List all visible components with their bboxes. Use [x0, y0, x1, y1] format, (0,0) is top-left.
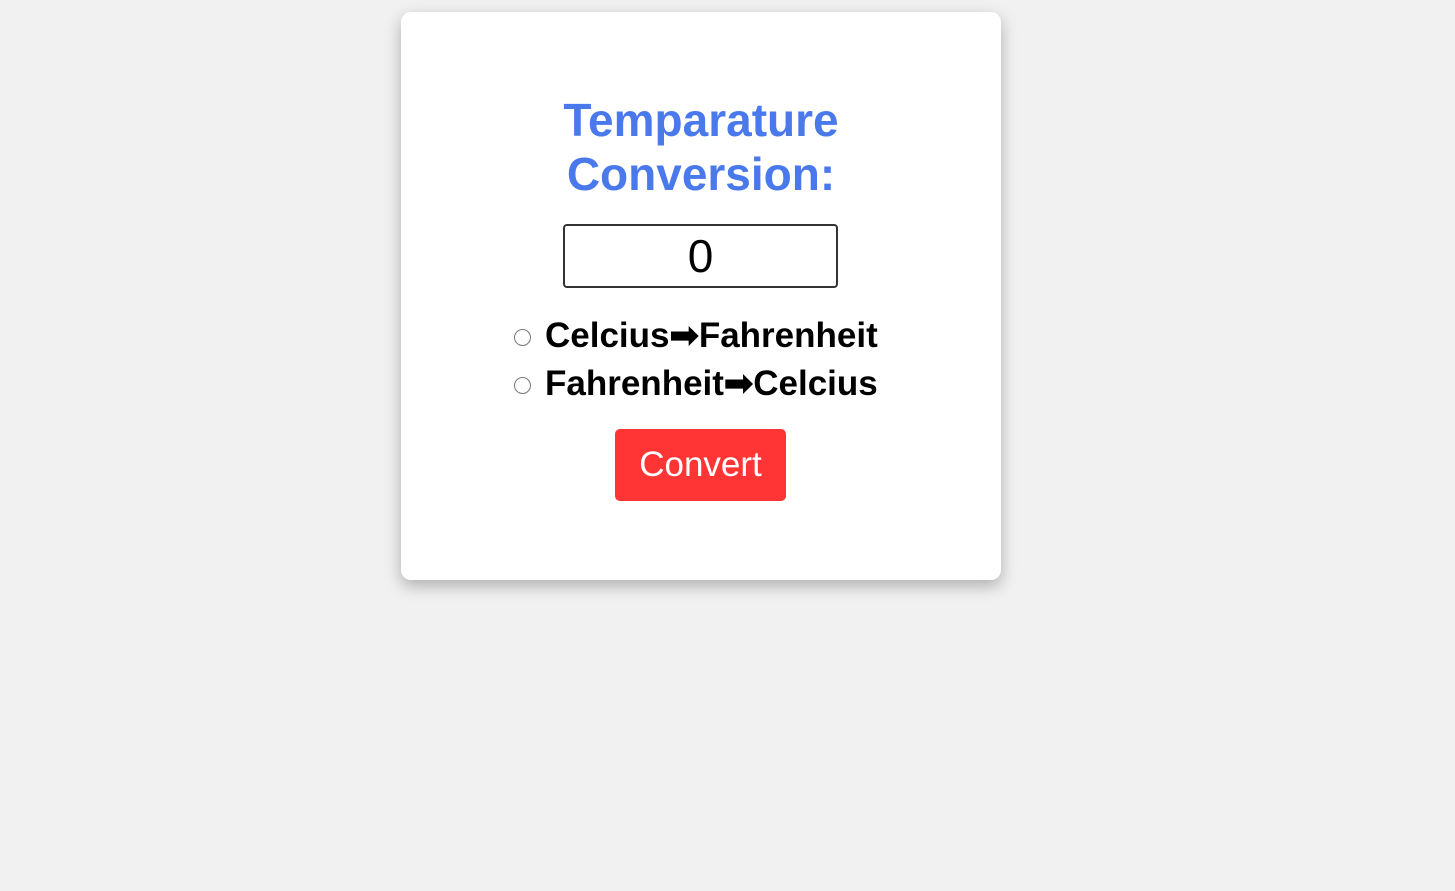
page-title: Temparature Conversion:: [401, 93, 1001, 201]
option-fahrenheit-to-celcius[interactable]: Fahrenheit➡Celcius: [514, 364, 878, 404]
option-label-fahrenheit-to-celcius: Fahrenheit➡Celcius: [545, 364, 878, 403]
title-line-1: Temparature: [563, 94, 839, 146]
radio-celcius-to-fahrenheit[interactable]: [514, 328, 531, 346]
title-line-2: Conversion:: [566, 148, 836, 200]
radio-fahrenheit-to-celcius[interactable]: [514, 376, 531, 394]
option-celcius-to-fahrenheit[interactable]: Celcius➡Fahrenheit: [514, 316, 878, 356]
temperature-input[interactable]: [563, 224, 838, 288]
option-label-celcius-to-fahrenheit: Celcius➡Fahrenheit: [545, 316, 878, 355]
convert-button[interactable]: Convert: [615, 429, 786, 501]
converter-card: Temparature Conversion: Celcius➡Fahrenhe…: [401, 12, 1001, 580]
